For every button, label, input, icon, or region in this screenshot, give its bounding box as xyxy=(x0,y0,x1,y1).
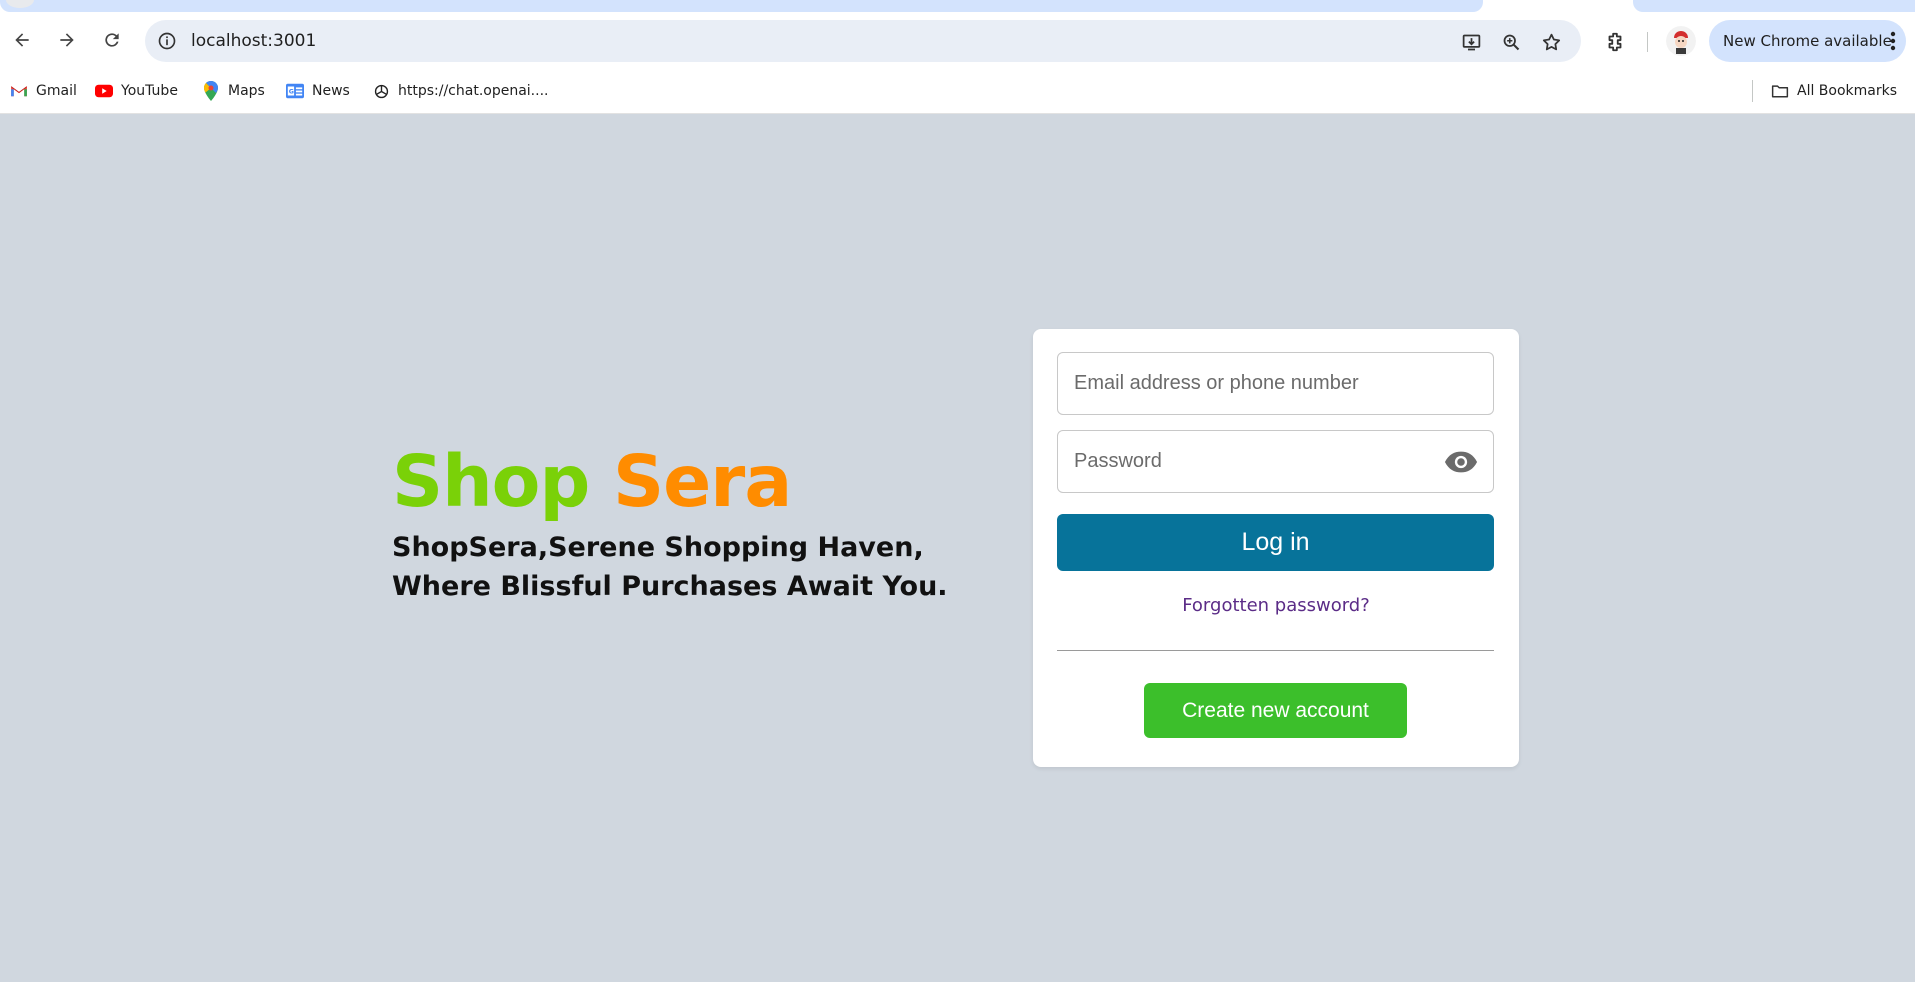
svg-text:G: G xyxy=(289,89,294,96)
toolbar-separator xyxy=(1647,32,1648,52)
create-account-button[interactable]: Create new account xyxy=(1144,683,1407,738)
login-card: Log in Forgotten password? Create new ac… xyxy=(1033,329,1519,767)
install-app-icon[interactable] xyxy=(1458,29,1484,55)
bookmark-news[interactable]: G News xyxy=(286,76,350,106)
bookmark-label: YouTube xyxy=(121,83,178,99)
bookmark-label: Gmail xyxy=(36,83,77,99)
reload-button[interactable] xyxy=(94,22,130,58)
brand-section: Shop Sera ShopSera,Serene Shopping Haven… xyxy=(392,440,952,606)
bookmark-chatgpt[interactable]: https://chat.openai.... xyxy=(372,76,548,106)
show-password-icon[interactable] xyxy=(1443,448,1479,476)
tagline-line-1: ShopSera,Serene Shopping Haven, xyxy=(392,532,924,563)
forgot-password-link[interactable]: Forgotten password? xyxy=(1033,595,1519,616)
profile-avatar[interactable] xyxy=(1666,26,1696,56)
more-menu-icon[interactable] xyxy=(1890,31,1896,51)
email-field-wrapper xyxy=(1057,352,1494,415)
reload-icon xyxy=(105,33,119,47)
site-info-icon[interactable] xyxy=(155,29,179,53)
forward-button[interactable] xyxy=(49,22,85,58)
bookmark-youtube[interactable]: YouTube xyxy=(95,76,178,106)
address-bar[interactable]: localhost:3001 xyxy=(145,20,1581,62)
extensions-icon[interactable] xyxy=(1600,27,1630,57)
email-input[interactable] xyxy=(1058,353,1493,414)
bookmark-label: https://chat.openai.... xyxy=(398,83,549,99)
brand-title-sera: Sera xyxy=(613,440,792,523)
arrow-right-icon xyxy=(60,33,74,47)
tab-strip xyxy=(0,0,1915,12)
login-button[interactable]: Log in xyxy=(1057,514,1494,571)
arrow-left-icon xyxy=(15,33,29,47)
youtube-icon xyxy=(95,82,113,100)
bookmark-label: News xyxy=(312,83,350,99)
divider xyxy=(1057,650,1494,651)
bookmarks-bar: Gmail YouTube Maps G News https://chat.o… xyxy=(0,70,1915,114)
bookmark-label: Maps xyxy=(228,83,265,99)
password-field-wrapper xyxy=(1057,430,1494,493)
gmail-icon xyxy=(10,82,28,100)
brand-title-shop: Shop xyxy=(392,440,590,523)
browser-toolbar: localhost:3001 New Chrome available xyxy=(0,12,1915,70)
url-text[interactable]: localhost:3001 xyxy=(191,31,316,51)
zoom-icon[interactable] xyxy=(1498,29,1524,55)
tab-favicon xyxy=(6,0,34,8)
all-bookmarks-button[interactable]: All Bookmarks xyxy=(1771,76,1897,106)
password-input[interactable] xyxy=(1058,431,1493,492)
bookmark-gmail[interactable]: Gmail xyxy=(10,76,77,106)
brand-title: Shop Sera xyxy=(392,440,952,524)
folder-icon xyxy=(1771,82,1789,100)
new-tab-area[interactable] xyxy=(1633,0,1915,12)
new-chrome-available-button[interactable]: New Chrome available xyxy=(1709,20,1906,62)
back-button[interactable] xyxy=(4,22,40,58)
bookmark-maps[interactable]: Maps xyxy=(202,76,265,106)
all-bookmarks-label: All Bookmarks xyxy=(1797,83,1898,99)
bookmarks-separator xyxy=(1752,80,1753,102)
update-chip-label: New Chrome available xyxy=(1723,32,1892,50)
tagline-line-2: Where Blissful Purchases Await You. xyxy=(392,571,948,602)
active-tab[interactable] xyxy=(0,0,1483,12)
maps-icon xyxy=(202,81,220,101)
bookmark-star-icon[interactable] xyxy=(1538,29,1564,55)
news-icon: G xyxy=(286,82,304,100)
tagline: ShopSera,Serene Shopping Haven, Where Bl… xyxy=(392,528,952,606)
openai-icon xyxy=(372,82,390,100)
